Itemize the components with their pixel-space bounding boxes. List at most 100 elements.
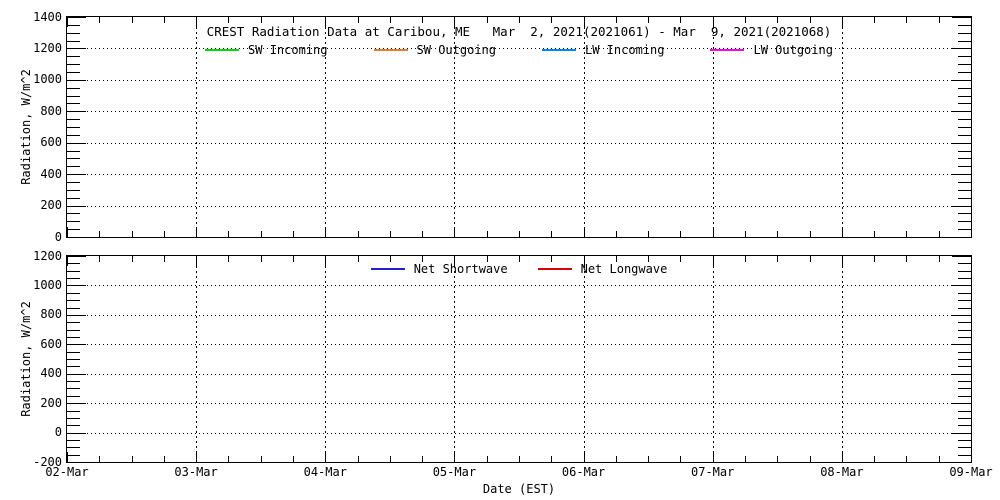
legend-color-line-net-longwave [538, 268, 572, 270]
x-tick [680, 256, 681, 262]
y-tick [67, 359, 80, 360]
y-tick [67, 151, 80, 152]
y-axis-label-top: Radiation, W/m^2 [19, 69, 33, 185]
legend-item-net-shortwave: Net Shortwave [371, 262, 508, 276]
x-tick [810, 231, 811, 237]
x-tick [584, 452, 585, 462]
x-tick-label: 05-Mar [419, 466, 489, 479]
y-tick [67, 41, 80, 42]
x-tick [616, 456, 617, 462]
x-tick [874, 17, 875, 23]
y-tick [958, 330, 971, 331]
y-tick [958, 447, 971, 448]
y-tick [952, 206, 971, 207]
y-tick [958, 103, 971, 104]
y-tick [67, 174, 86, 175]
x-tick [487, 256, 488, 262]
y-grid-line [67, 143, 971, 144]
y-tick [67, 381, 80, 382]
y-tick [67, 143, 86, 144]
x-tick [680, 456, 681, 462]
x-tick [713, 17, 714, 27]
legend-label-net-longwave: Net Longwave [581, 262, 668, 276]
y-grid-line [67, 174, 971, 175]
x-tick [164, 456, 165, 462]
x-tick [99, 231, 100, 237]
x-tick [487, 17, 488, 23]
x-tick [422, 256, 423, 262]
x-tick [906, 231, 907, 237]
y-tick [67, 17, 86, 18]
y-tick [952, 344, 971, 345]
x-tick [616, 17, 617, 23]
x-grid-line [713, 256, 714, 462]
y-tick [67, 56, 80, 57]
x-tick [551, 256, 552, 262]
y-tick [67, 256, 86, 257]
y-tick [952, 174, 971, 175]
y-tick [67, 103, 80, 104]
x-tick [713, 256, 714, 266]
y-grid-line [67, 285, 971, 286]
x-tick [390, 256, 391, 262]
y-tick [958, 278, 971, 279]
x-tick [293, 231, 294, 237]
legend-item-lw-incoming: LW Incoming [542, 43, 664, 57]
y-grid-line [67, 111, 971, 112]
y-tick [67, 127, 80, 128]
y-tick [958, 41, 971, 42]
x-tick [261, 256, 262, 262]
legend-item-sw-outgoing: SW Outgoing [374, 43, 496, 57]
x-tick [648, 231, 649, 237]
x-tick-label: 02-Mar [32, 466, 102, 479]
x-tick [584, 256, 585, 266]
x-tick [99, 17, 100, 23]
x-tick [422, 17, 423, 23]
y-tick [958, 440, 971, 441]
x-grid-line [584, 256, 585, 462]
y-tick [952, 80, 971, 81]
y-tick [67, 374, 86, 375]
y-tick [67, 88, 80, 89]
x-grid-line [325, 17, 326, 237]
y-tick [958, 293, 971, 294]
x-tick [454, 256, 455, 266]
y-tick [67, 300, 80, 301]
x-tick [293, 456, 294, 462]
y-tick [67, 33, 80, 34]
x-tick [325, 452, 326, 462]
x-tick [906, 256, 907, 262]
x-tick [67, 17, 68, 27]
y-tick [952, 433, 971, 434]
legend-color-line-net-shortwave [371, 268, 405, 270]
y-tick [958, 263, 971, 264]
y-tick [958, 182, 971, 183]
x-tick-label: 06-Mar [549, 466, 619, 479]
x-tick [228, 456, 229, 462]
y-grid-line [67, 344, 971, 345]
y-tick [952, 143, 971, 144]
legend-label-sw-outgoing: SW Outgoing [417, 43, 496, 57]
y-tick [67, 455, 80, 456]
x-tick [810, 456, 811, 462]
y-tick [958, 151, 971, 152]
chart-title: CREST Radiation Data at Caribou, ME Mar … [67, 24, 971, 39]
y-tick [952, 403, 971, 404]
y-tick [67, 96, 80, 97]
y-grid-line [67, 403, 971, 404]
y-tick [67, 271, 80, 272]
y-grid-line [67, 48, 971, 49]
x-tick [293, 17, 294, 23]
y-tick [958, 366, 971, 367]
y-tick [67, 315, 86, 316]
x-tick [164, 231, 165, 237]
y-tick [67, 119, 80, 120]
x-tick [358, 17, 359, 23]
legend-item-net-longwave: Net Longwave [538, 262, 668, 276]
x-axis-label: Date (EST) [66, 482, 972, 496]
legend-item-lw-outgoing: LW Outgoing [710, 43, 832, 57]
x-tick [745, 456, 746, 462]
x-tick [261, 231, 262, 237]
y-tick [952, 462, 971, 463]
y-tick [67, 25, 80, 26]
